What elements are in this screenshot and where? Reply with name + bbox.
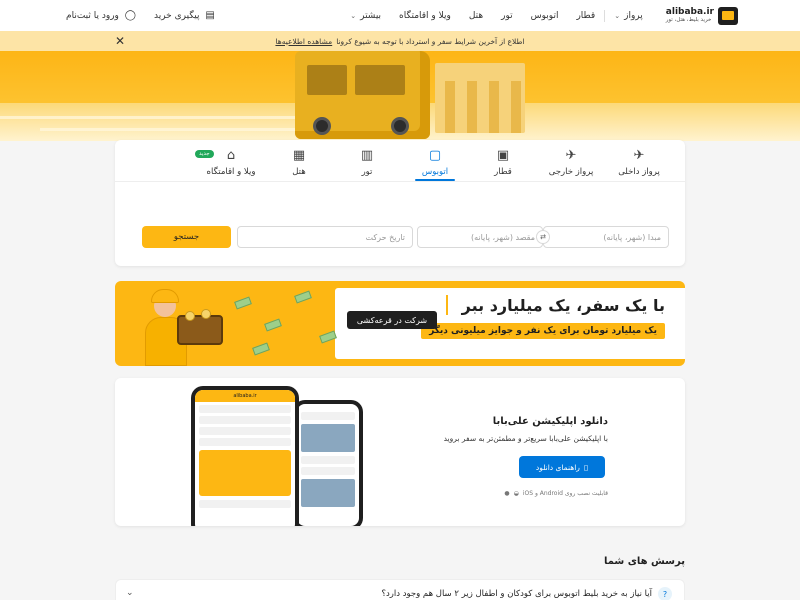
logo-icon bbox=[718, 6, 738, 25]
brand-tagline: خرید بلیط، هتل، تور bbox=[665, 17, 712, 24]
tab-tour[interactable]: ▥ تور bbox=[333, 140, 401, 181]
notice-text: اطلاع از آخرین شرایط سفر و استرداد با تو… bbox=[336, 36, 525, 46]
chevron-down-icon: ⌄ bbox=[350, 11, 357, 20]
main-nav: پرواز ⌄ قطار اتوبوس تور هتل ویلا و اقامت… bbox=[215, 9, 652, 22]
phone-mockup-back bbox=[293, 400, 363, 526]
money-icon bbox=[234, 296, 252, 310]
nav-item-train[interactable]: قطار bbox=[567, 11, 604, 21]
villa-icon: ⌂ bbox=[226, 148, 236, 163]
tour-icon: ▥ bbox=[360, 148, 374, 163]
notice-link[interactable]: مشاهده اطلاعیه‌ها bbox=[275, 37, 332, 46]
search-card: ✈ پرواز داخلی ✈ پرواز خارجی ▣ قطار ▢ اتو… bbox=[115, 140, 685, 266]
bus-illustration bbox=[295, 51, 430, 139]
nav-item-tour[interactable]: تور bbox=[492, 11, 522, 21]
money-icon bbox=[264, 318, 282, 332]
nav-item-more[interactable]: بیشتر ⌄ bbox=[341, 11, 390, 21]
tab-hotel[interactable]: ▦ هتل bbox=[265, 140, 333, 181]
promo-subtitle: یک میلیارد تومان برای یک نفر و جوایز میل… bbox=[421, 323, 665, 339]
money-icon bbox=[252, 342, 270, 356]
tab-train[interactable]: ▣ قطار bbox=[469, 140, 537, 181]
platform-note: قابلیت نصب روی Android و iOS ◒ ● bbox=[504, 490, 608, 497]
notice-bar: اطلاع از آخرین شرایط سفر و استرداد با تو… bbox=[0, 31, 800, 51]
money-icon bbox=[294, 290, 312, 304]
app-title: دانلود اپلیکیشن علی‌بابا bbox=[492, 416, 608, 427]
tab-bus[interactable]: ▢ اتوبوس bbox=[401, 140, 469, 181]
app-download-card: دانلود اپلیکیشن علی‌بابا با اپلیکیشن علی… bbox=[115, 378, 685, 526]
plane-icon: ✈ bbox=[633, 148, 645, 163]
promo-title: با یک سفر، یک میلیارد ببر bbox=[461, 296, 665, 315]
question-icon: ? bbox=[658, 587, 672, 600]
hero-banner bbox=[0, 51, 800, 141]
track-order-link[interactable]: ▤ پیگیری خرید bbox=[154, 10, 215, 21]
building-illustration bbox=[435, 63, 525, 133]
search-button[interactable]: جستجو bbox=[142, 226, 231, 248]
swap-icon[interactable]: ⇄ bbox=[536, 230, 550, 244]
close-icon[interactable]: ✕ bbox=[115, 34, 125, 48]
date-input[interactable]: تاریخ حرکت bbox=[237, 226, 413, 248]
nav-item-hotel[interactable]: هتل bbox=[460, 11, 492, 21]
nav-item-bus[interactable]: اتوبوس bbox=[522, 11, 568, 21]
download-guide-button[interactable]: ▯ راهنمای دانلود bbox=[519, 456, 605, 478]
user-icon: ◯ bbox=[124, 10, 136, 21]
login-link[interactable]: ◯ ورود یا ثبت‌نام bbox=[66, 10, 136, 21]
search-form: مبدا (شهر، پایانه) ⇄ مقصد (شهر، پایانه) … bbox=[131, 226, 669, 248]
faq-item[interactable]: ? آیا نیاز به خرید بلیط اتوبوس برای کودک… bbox=[115, 579, 685, 600]
apple-icon: ● bbox=[504, 490, 510, 497]
app-description: با اپلیکیشن علی‌بابا سریع‌تر و مطمئن‌تر … bbox=[443, 434, 608, 443]
phone-mockup-front: alibaba.ir bbox=[191, 386, 299, 526]
nav-item-flight[interactable]: پرواز ⌄ bbox=[605, 11, 652, 21]
coin-icon bbox=[185, 311, 195, 321]
faq-title: پرسش های شما bbox=[603, 556, 685, 567]
android-icon: ◒ bbox=[513, 490, 519, 497]
new-badge: جدید bbox=[195, 150, 214, 158]
train-icon: ▣ bbox=[496, 148, 510, 163]
top-navbar: alibaba.ir خرید بلیط، هتل، تور پرواز ⌄ ق… bbox=[0, 0, 800, 31]
tab-villa[interactable]: ⌂ ویلا و اقامتگاه جدید bbox=[195, 140, 265, 181]
plane-international-icon: ✈ bbox=[565, 148, 577, 163]
brand-name: alibaba.ir bbox=[665, 6, 714, 17]
tab-domestic-flight[interactable]: ✈ پرواز داخلی bbox=[605, 140, 673, 181]
chevron-down-icon: ⌄ bbox=[614, 11, 621, 20]
bus-icon: ▢ bbox=[428, 148, 442, 163]
brand-logo[interactable]: alibaba.ir خرید بلیط، هتل، تور bbox=[665, 6, 738, 25]
destination-input[interactable]: مقصد (شهر، پایانه) bbox=[417, 226, 543, 248]
coin-icon bbox=[201, 309, 211, 319]
nav-item-villa[interactable]: ویلا و اقامتگاه bbox=[390, 11, 460, 21]
receipt-icon: ▤ bbox=[205, 10, 215, 21]
tab-international-flight[interactable]: ✈ پرواز خارجی bbox=[537, 140, 605, 181]
phone-brand: alibaba.ir bbox=[195, 390, 295, 402]
chevron-down-icon: ⌄ bbox=[126, 588, 134, 598]
phone-icon: ▯ bbox=[583, 462, 589, 472]
treasure-chest-illustration bbox=[177, 315, 223, 345]
promo-banner[interactable]: با یک سفر، یک میلیارد ببر یک میلیارد توم… bbox=[115, 281, 685, 366]
origin-input[interactable]: مبدا (شهر، پایانه) bbox=[543, 226, 669, 248]
nav-divider bbox=[604, 9, 606, 22]
lottery-button[interactable]: شرکت در قرعه‌کشی bbox=[347, 311, 437, 329]
hotel-icon: ▦ bbox=[292, 148, 306, 163]
service-tabs: ✈ پرواز داخلی ✈ پرواز خارجی ▣ قطار ▢ اتو… bbox=[115, 140, 685, 182]
